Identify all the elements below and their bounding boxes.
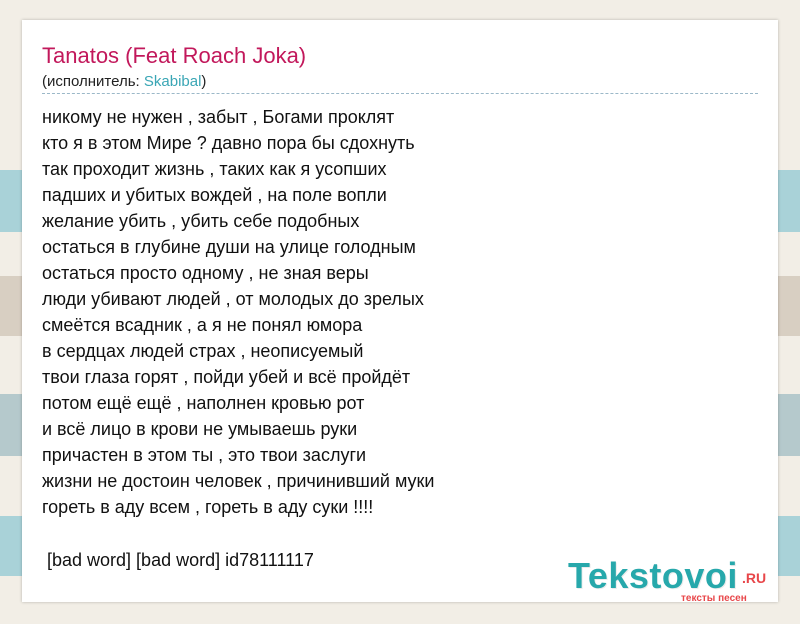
footer-tags: [bad word] [bad word] id78111117 bbox=[47, 550, 314, 570]
lyrics-card: Tanatos (Feat Roach Joka) (исполнитель: … bbox=[22, 20, 778, 604]
lyric-line: в сердцах людей страх , неописуемый bbox=[42, 341, 364, 361]
artist-prefix: (исполнитель: bbox=[42, 73, 144, 90]
lyric-line: гореть в аду всем , гореть в аду суки !!… bbox=[42, 497, 374, 517]
lyric-line: люди убивают людей , от молодых до зрелы… bbox=[42, 289, 424, 309]
lyric-line: остаться просто одному , не зная веры bbox=[42, 263, 369, 283]
tekstovoi-logo[interactable]: Tekstovoi .RU тексты песен bbox=[568, 556, 778, 606]
lyrics-list: никому не нужен , забыт , Богами проклят… bbox=[42, 104, 434, 520]
lyric-line: смеётся всадник , а я не понял юмора bbox=[42, 315, 363, 335]
title-divider bbox=[42, 93, 758, 94]
lyric-line: остаться в глубине души на улице голодны… bbox=[42, 237, 416, 257]
logo-tagline: тексты песен bbox=[681, 593, 747, 604]
song-title: Tanatos (Feat Roach Joka) bbox=[42, 43, 307, 68]
logo-tld: .RU bbox=[742, 570, 767, 586]
lyric-line: никому не нужен , забыт , Богами проклят bbox=[42, 107, 395, 127]
lyric-line: желание убить , убить себе подобных bbox=[42, 211, 360, 231]
lyric-line: причастен в этом ты , это твои заслуги bbox=[42, 445, 367, 465]
lyric-line: кто я в этом Мире ? давно пора бы сдохну… bbox=[42, 133, 415, 153]
lyric-line: падших и убитых вождей , на поле вопли bbox=[42, 185, 387, 205]
artist-link[interactable]: Skabibal bbox=[144, 73, 202, 90]
lyric-line: жизни не достоин человек , причинивший м… bbox=[42, 471, 435, 491]
lyric-line: потом ещё ещё , наполнен кровью рот bbox=[42, 393, 365, 413]
artist-suffix: ) bbox=[201, 73, 207, 90]
lyric-line: так проходит жизнь , таких как я усопших bbox=[42, 159, 387, 179]
artist-line: (исполнитель: Skabibal) bbox=[42, 72, 206, 92]
lyric-line: твои глаза горят , пойди убей и всё прой… bbox=[42, 367, 411, 387]
logo-wordmark: Tekstovoi bbox=[568, 555, 738, 596]
lyric-line: и всё лицо в крови не умываешь руки bbox=[42, 419, 358, 439]
